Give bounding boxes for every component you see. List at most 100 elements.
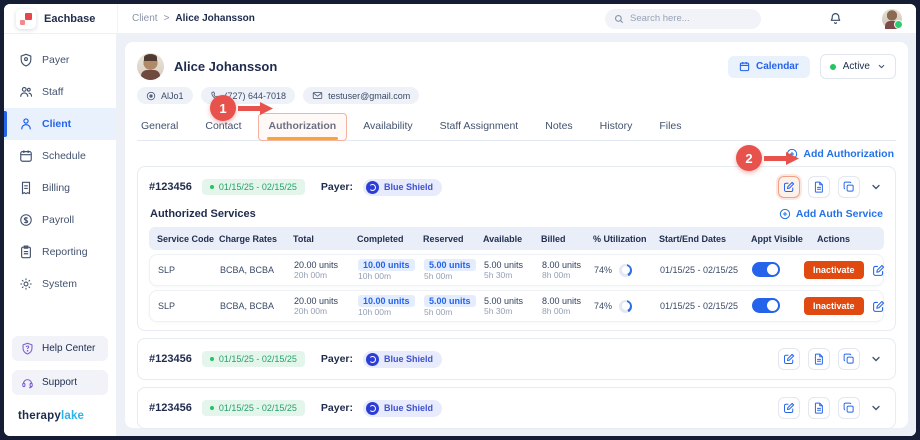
payer-label: Payer: <box>320 353 354 365</box>
copy-button[interactable] <box>838 397 860 419</box>
start-end-dates: 01/15/25 - 02/15/25 <box>660 265 739 275</box>
document-button[interactable] <box>808 176 830 198</box>
utilization-donut <box>619 263 633 277</box>
copy-button[interactable] <box>838 176 860 198</box>
start-end-dates: 01/15/25 - 02/15/25 <box>660 301 739 311</box>
expand-card-button[interactable] <box>868 351 884 367</box>
sidebar-item-staff[interactable]: Staff <box>4 76 116 108</box>
sidebar-item-label: Reporting <box>42 246 88 258</box>
expand-card-button[interactable] <box>868 400 884 416</box>
add-auth-service-link[interactable]: Add Auth Service <box>779 208 883 220</box>
payer-chip: Blue Shield <box>363 399 443 417</box>
available-cell: 5.00 units 5h 30m <box>484 296 524 316</box>
invoice-icon <box>21 181 31 195</box>
footer-button-label: Support <box>42 377 78 388</box>
sidebar-item-payroll[interactable]: Payroll <box>4 204 116 236</box>
edit-authorization-button[interactable] <box>778 348 800 370</box>
topbar-right <box>605 8 916 29</box>
annotation-step-2: 2 <box>736 145 762 171</box>
copy-button[interactable] <box>838 348 860 370</box>
client-content-card: 1 2 Alice Johansson Calendar Active AlJo… <box>125 42 908 429</box>
edit-service-button[interactable] <box>872 300 885 313</box>
bell-icon[interactable] <box>829 12 842 25</box>
copy-icon <box>843 181 854 192</box>
reserved-cell: 5.00 units 5h 00m <box>424 259 484 281</box>
inactivate-button[interactable]: Inactivate <box>804 261 864 279</box>
tab-contact[interactable]: Contact <box>205 120 241 140</box>
client-email-chip: testuser@gmail.com <box>303 87 420 104</box>
chevron-down-icon <box>878 64 885 69</box>
tab-files[interactable]: Files <box>659 120 681 140</box>
document-button[interactable] <box>808 348 830 370</box>
sidebar-item-payer[interactable]: Payer <box>4 44 116 76</box>
authorization-card-collapsed: #123456 01/15/25 - 02/15/25 Payer: Blue … <box>137 338 896 380</box>
sidebar-item-label: Staff <box>42 86 64 98</box>
authorization-date-chip: 01/15/25 - 02/15/25 <box>201 179 305 195</box>
breadcrumb-section[interactable]: Client <box>132 13 158 24</box>
sidebar-item-client[interactable]: Client <box>4 108 116 140</box>
tab-notes[interactable]: Notes <box>545 120 572 140</box>
user-avatar[interactable] <box>882 8 903 29</box>
edit-icon <box>872 300 884 312</box>
annotation-step-1: 1 <box>210 95 236 121</box>
sidebar-item-billing[interactable]: Billing <box>4 172 116 204</box>
gear-icon <box>20 278 32 290</box>
appt-visible-toggle[interactable] <box>752 261 780 277</box>
collapse-card-button[interactable] <box>868 179 884 195</box>
authorization-card-collapsed: #123456 01/15/25 - 02/15/25 Payer: Blue … <box>137 387 896 429</box>
support-button[interactable]: Support <box>12 370 108 395</box>
billed-cell: 8.00 units 8h 00m <box>542 260 582 280</box>
sidebar-item-label: Payer <box>42 54 70 66</box>
brand[interactable]: Eachbase <box>4 8 117 29</box>
services-table-header: Service Code Charge Rates Total Complete… <box>149 227 884 250</box>
status-dot <box>829 63 836 70</box>
row-actions: Inactivate <box>804 261 887 279</box>
annotation-arrow-1 <box>238 102 273 115</box>
document-icon <box>814 402 823 414</box>
appt-visible-toggle[interactable] <box>752 297 780 313</box>
sidebar-item-label: Billing <box>42 182 71 194</box>
tab-history[interactable]: History <box>600 120 633 140</box>
client-code-chip: AlJo1 <box>137 87 193 104</box>
people-icon <box>20 86 33 97</box>
email-icon <box>312 91 323 100</box>
search-box[interactable] <box>605 8 761 29</box>
service-code: SLP <box>158 301 176 311</box>
client-header: Alice Johansson Calendar Active <box>137 53 896 80</box>
sidebar-item-system[interactable]: System <box>4 268 116 300</box>
col-billed: Billed <box>541 233 566 244</box>
col-service-code: Service Code <box>157 233 215 244</box>
footer-button-label: Help Center <box>42 343 96 354</box>
search-input[interactable] <box>630 13 752 24</box>
main-area: 1 2 Alice Johansson Calendar Active AlJo… <box>117 34 916 436</box>
col-charge-rates: Charge Rates <box>219 233 278 244</box>
chevron-down-icon <box>872 356 880 362</box>
edit-service-button[interactable] <box>872 264 885 277</box>
document-icon <box>814 181 823 193</box>
edit-authorization-button[interactable] <box>778 397 800 419</box>
edit-authorization-button[interactable] <box>778 176 800 198</box>
breadcrumb-current: Alice Johansson <box>175 13 255 24</box>
sidebar-item-reporting[interactable]: Reporting <box>4 236 116 268</box>
edit-icon <box>784 402 795 413</box>
completed-cell: 10.00 units 10h 00m <box>358 259 424 281</box>
document-icon <box>814 353 823 365</box>
tab-authorization[interactable]: Authorization <box>257 113 347 141</box>
document-button[interactable] <box>808 397 830 419</box>
help-center-button[interactable]: Help Center <box>12 336 108 361</box>
calendar-button[interactable]: Calendar <box>727 55 810 78</box>
utilization-cell: 74% <box>594 299 660 313</box>
payer-label: Payer: <box>320 181 354 193</box>
payer-logo-icon <box>366 401 380 415</box>
tab-general[interactable]: General <box>141 120 178 140</box>
sidebar-item-schedule[interactable]: Schedule <box>4 140 116 172</box>
tab-staff-assignment[interactable]: Staff Assignment <box>440 120 519 140</box>
calendar-icon <box>20 150 32 162</box>
add-authorization-link[interactable]: Add Authorization <box>786 148 894 160</box>
tab-availability[interactable]: Availability <box>363 120 412 140</box>
calendar-button-label: Calendar <box>755 61 799 72</box>
eachbase-logo-icon <box>16 8 36 29</box>
utilization-donut <box>619 299 633 313</box>
status-dropdown[interactable]: Active <box>819 54 896 79</box>
inactivate-button[interactable]: Inactivate <box>804 297 864 315</box>
